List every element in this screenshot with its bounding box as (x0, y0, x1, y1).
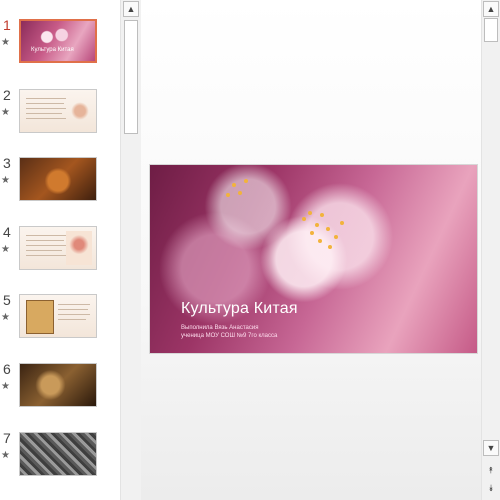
star-icon: ★ (1, 37, 10, 48)
scrollbar-thumb[interactable] (124, 20, 138, 134)
star-icon: ★ (1, 381, 10, 392)
slide-thumbnail[interactable] (19, 226, 97, 270)
thumbnail-item-4[interactable]: 4 ★ (0, 224, 120, 274)
star-icon: ★ (1, 244, 10, 255)
slide-number: 3 (3, 155, 11, 171)
main-scroll-up-button[interactable]: ▲ (483, 1, 499, 17)
slide-thumbnail[interactable] (19, 363, 97, 407)
current-slide[interactable]: Культура Китая Выполнила Вязь Анастасия … (149, 164, 478, 354)
previous-slide-button[interactable]: ⯭ (483, 462, 499, 478)
slide-number: 6 (3, 361, 11, 377)
slide-thumbnail[interactable] (19, 89, 97, 133)
main-scrollbar[interactable]: ▲ ▼ ⯭ ⯯ (481, 0, 500, 500)
slide-thumbnail[interactable] (19, 432, 97, 476)
thumbnail-title: Культура Китая (31, 47, 74, 53)
scrollbar-thumb[interactable] (484, 18, 498, 42)
thumbnail-item-3[interactable]: 3 ★ (0, 155, 120, 205)
thumbnail-item-7[interactable]: 7 ★ (0, 430, 120, 480)
slide-subtitle-line-2[interactable]: ученица МОУ СОШ №9 7го класса (181, 333, 277, 339)
slide-number: 7 (3, 430, 11, 446)
thumbnail-item-1[interactable]: 1 ★ Культура Китая (0, 17, 120, 67)
double-chevron-up-icon: ⯭ (488, 464, 494, 475)
slide-title[interactable]: Культура Китая (181, 300, 298, 318)
slide-number: 2 (3, 87, 11, 103)
star-icon: ★ (1, 175, 10, 186)
chevron-up-icon: ▲ (486, 4, 496, 14)
thumbnail-scrollbar[interactable]: ▲ (120, 0, 141, 500)
star-icon: ★ (1, 312, 10, 323)
slide-thumbnail[interactable] (19, 157, 97, 201)
slide-editing-pane: Культура Китая Выполнила Вязь Анастасия … (141, 0, 481, 500)
thumbnail-item-6[interactable]: 6 ★ (0, 361, 120, 411)
slide-thumbnail-pane: 1 ★ Культура Китая 2 ★ 3 ★ 4 ★ 5 ★ 6 ★ 7… (0, 0, 120, 500)
main-scroll-down-button[interactable]: ▼ (483, 440, 499, 456)
thumbnail-item-5[interactable]: 5 ★ (0, 292, 120, 342)
star-icon: ★ (1, 107, 10, 118)
slide-thumbnail[interactable] (19, 294, 97, 338)
slide-subtitle-line-1[interactable]: Выполнила Вязь Анастасия (181, 325, 258, 331)
double-chevron-down-icon: ⯯ (488, 482, 494, 493)
star-icon: ★ (1, 450, 10, 461)
next-slide-button[interactable]: ⯯ (483, 480, 499, 496)
chevron-down-icon: ▼ (486, 443, 496, 453)
chevron-up-icon: ▲ (126, 4, 136, 14)
thumbnail-item-2[interactable]: 2 ★ (0, 87, 120, 137)
slide-number: 5 (3, 292, 11, 308)
slide-number: 4 (3, 224, 11, 240)
scroll-up-button[interactable]: ▲ (123, 1, 139, 17)
slide-number: 1 (3, 17, 11, 33)
slide-thumbnail[interactable]: Культура Китая (19, 19, 97, 63)
